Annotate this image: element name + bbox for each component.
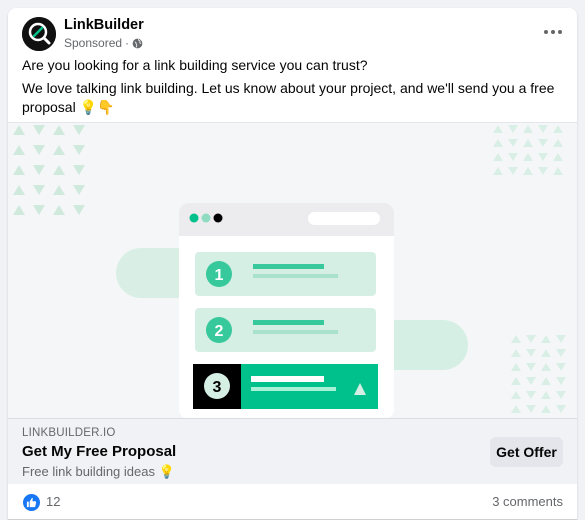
window-address-bar bbox=[308, 212, 380, 225]
comments-count[interactable]: 3 comments bbox=[492, 494, 563, 509]
like-count[interactable]: 12 bbox=[46, 494, 60, 509]
sponsored-label[interactable]: Sponsored bbox=[64, 36, 122, 50]
thumbs-up-icon bbox=[26, 497, 37, 508]
like-reaction-icon[interactable] bbox=[23, 494, 40, 511]
post-text-line2: We love talking link building. Let us kn… bbox=[22, 80, 555, 115]
globe-icon bbox=[132, 38, 143, 48]
magnifier-logo-icon bbox=[22, 17, 56, 51]
page-avatar[interactable] bbox=[22, 17, 56, 51]
post-header: LinkBuilder Sponsored · bbox=[8, 8, 577, 52]
window-dot-light bbox=[201, 213, 211, 223]
more-options-button[interactable] bbox=[541, 24, 565, 40]
step-3-number: 3 bbox=[213, 379, 222, 396]
link-domain: LINKBUILDER.IO bbox=[22, 427, 116, 439]
step-2-number: 2 bbox=[215, 323, 224, 340]
meta-separator: · bbox=[125, 36, 130, 50]
post-text-line1: Are you looking for a link building serv… bbox=[22, 57, 368, 73]
window-dot-black bbox=[213, 213, 223, 223]
window-dot-green bbox=[189, 213, 199, 223]
dot-icon bbox=[544, 30, 548, 34]
get-offer-button[interactable]: Get Offer bbox=[490, 437, 563, 467]
link-headline[interactable]: Get My Free Proposal bbox=[22, 443, 176, 460]
step-1-number: 1 bbox=[215, 267, 224, 284]
link-preview-bar[interactable]: LINKBUILDER.IO Get My Free Proposal Free… bbox=[8, 418, 577, 484]
checklist-illustration: 1 2 3 bbox=[8, 123, 577, 418]
link-description: Free link building ideas 💡 bbox=[22, 464, 175, 479]
reactions-bar: 12 3 comments bbox=[8, 484, 577, 520]
page-name[interactable]: LinkBuilder bbox=[64, 17, 144, 33]
post-meta: Sponsored · bbox=[64, 36, 143, 50]
dot-icon bbox=[558, 30, 562, 34]
ad-creative-image[interactable]: 1 2 3 bbox=[8, 122, 577, 418]
ad-post-card: LinkBuilder Sponsored · Are you looking … bbox=[8, 8, 577, 520]
dot-icon bbox=[551, 30, 555, 34]
